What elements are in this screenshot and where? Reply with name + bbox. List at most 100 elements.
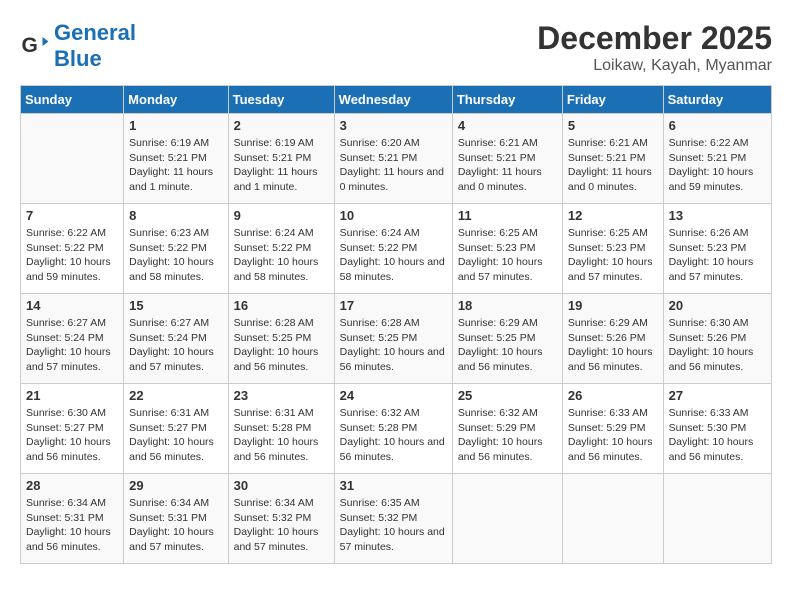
header-tuesday: Tuesday	[228, 86, 334, 114]
day-info: Sunrise: 6:35 AMSunset: 5:32 PMDaylight:…	[340, 496, 447, 555]
calendar-cell: 31 Sunrise: 6:35 AMSunset: 5:32 PMDayligh…	[334, 474, 452, 564]
day-number: 20	[669, 298, 766, 313]
day-info: Sunrise: 6:27 AMSunset: 5:24 PMDaylight:…	[129, 316, 222, 375]
day-info: Sunrise: 6:24 AMSunset: 5:22 PMDaylight:…	[234, 226, 329, 285]
calendar-cell: 19Sunrise: 6:29 AMSunset: 5:26 PMDayligh…	[562, 294, 663, 384]
logo-line2: Blue	[54, 46, 102, 71]
day-info: Sunrise: 6:30 AMSunset: 5:26 PMDaylight:…	[669, 316, 766, 375]
calendar-cell: 29 Sunrise: 6:34 AMSunset: 5:31 PMDayligh…	[124, 474, 228, 564]
day-info: Sunrise: 6:31 AMSunset: 5:27 PMDaylight:…	[129, 406, 222, 465]
calendar-cell: 12 Sunrise: 6:25 AMSunset: 5:23 PMDayligh…	[562, 204, 663, 294]
day-number: 31	[340, 478, 447, 493]
header-monday: Monday	[124, 86, 228, 114]
day-number: 21	[26, 388, 118, 403]
calendar-cell: 22 Sunrise: 6:31 AMSunset: 5:27 PMDayligh…	[124, 384, 228, 474]
day-number: 18	[458, 298, 557, 313]
calendar-cell	[452, 474, 562, 564]
day-info: Sunrise: 6:34 AMSunset: 5:31 PMDaylight:…	[26, 496, 118, 555]
day-info: Sunrise: 6:20 AMSunset: 5:21 PMDaylight:…	[340, 136, 447, 195]
calendar-week-5: 28Sunrise: 6:34 AMSunset: 5:31 PMDayligh…	[21, 474, 772, 564]
day-number: 4	[458, 118, 557, 133]
svg-text:G: G	[22, 34, 38, 57]
calendar-cell: 13 Sunrise: 6:26 AMSunset: 5:23 PMDayligh…	[663, 204, 771, 294]
logo-icon: G	[20, 31, 50, 61]
day-number: 22	[129, 388, 222, 403]
day-number: 25	[458, 388, 557, 403]
calendar-cell	[562, 474, 663, 564]
calendar-cell: 3 Sunrise: 6:20 AMSunset: 5:21 PMDaylight…	[334, 114, 452, 204]
calendar-cell: 10Sunrise: 6:24 AMSunset: 5:22 PMDayligh…	[334, 204, 452, 294]
calendar-week-1: 1Sunrise: 6:19 AMSunset: 5:21 PMDaylight…	[21, 114, 772, 204]
day-number: 17	[340, 298, 447, 313]
calendar-cell: 11Sunrise: 6:25 AMSunset: 5:23 PMDayligh…	[452, 204, 562, 294]
day-info: Sunrise: 6:33 AMSunset: 5:29 PMDaylight:…	[568, 406, 658, 465]
day-info: Sunrise: 6:34 AMSunset: 5:32 PMDaylight:…	[234, 496, 329, 555]
day-number: 2	[234, 118, 329, 133]
calendar-cell: 8Sunrise: 6:23 AMSunset: 5:22 PMDaylight…	[124, 204, 228, 294]
location: Loikaw, Kayah, Myanmar	[537, 57, 772, 75]
calendar-cell: 25 Sunrise: 6:32 AMSunset: 5:29 PMDayligh…	[452, 384, 562, 474]
calendar-header-row: SundayMondayTuesdayWednesdayThursdayFrid…	[21, 86, 772, 114]
calendar-cell: 6Sunrise: 6:22 AMSunset: 5:21 PMDaylight…	[663, 114, 771, 204]
day-info: Sunrise: 6:25 AMSunset: 5:23 PMDaylight:…	[568, 226, 658, 285]
day-info: Sunrise: 6:33 AMSunset: 5:30 PMDaylight:…	[669, 406, 766, 465]
day-info: Sunrise: 6:34 AMSunset: 5:31 PMDaylight:…	[129, 496, 222, 555]
day-number: 24	[340, 388, 447, 403]
day-number: 3	[340, 118, 447, 133]
day-number: 26	[568, 388, 658, 403]
header-saturday: Saturday	[663, 86, 771, 114]
day-number: 5	[568, 118, 658, 133]
title-block: December 2025 Loikaw, Kayah, Myanmar	[537, 20, 772, 75]
day-number: 14	[26, 298, 118, 313]
day-info: Sunrise: 6:31 AMSunset: 5:28 PMDaylight:…	[234, 406, 329, 465]
calendar-cell: 9 Sunrise: 6:24 AMSunset: 5:22 PMDaylight…	[228, 204, 334, 294]
day-number: 10	[340, 208, 447, 223]
day-number: 8	[129, 208, 222, 223]
day-number: 12	[568, 208, 658, 223]
calendar-cell: 27 Sunrise: 6:33 AMSunset: 5:30 PMDayligh…	[663, 384, 771, 474]
calendar-cell: 26 Sunrise: 6:33 AMSunset: 5:29 PMDayligh…	[562, 384, 663, 474]
calendar-cell: 2 Sunrise: 6:19 AMSunset: 5:21 PMDaylight…	[228, 114, 334, 204]
day-info: Sunrise: 6:21 AMSunset: 5:21 PMDaylight:…	[458, 136, 557, 195]
logo: G General Blue	[20, 20, 136, 73]
calendar-cell: 21 Sunrise: 6:30 AMSunset: 5:27 PMDayligh…	[21, 384, 124, 474]
calendar-cell: 15Sunrise: 6:27 AMSunset: 5:24 PMDayligh…	[124, 294, 228, 384]
calendar-cell: 14Sunrise: 6:27 AMSunset: 5:24 PMDayligh…	[21, 294, 124, 384]
calendar-week-2: 7 Sunrise: 6:22 AMSunset: 5:22 PMDaylight…	[21, 204, 772, 294]
calendar-cell: 1Sunrise: 6:19 AMSunset: 5:21 PMDaylight…	[124, 114, 228, 204]
day-info: Sunrise: 6:22 AMSunset: 5:22 PMDaylight:…	[26, 226, 118, 285]
day-number: 19	[568, 298, 658, 313]
day-number: 29	[129, 478, 222, 493]
day-number: 27	[669, 388, 766, 403]
day-info: Sunrise: 6:19 AMSunset: 5:21 PMDaylight:…	[129, 136, 222, 195]
day-info: Sunrise: 6:25 AMSunset: 5:23 PMDaylight:…	[458, 226, 557, 285]
day-number: 30	[234, 478, 329, 493]
calendar-cell	[21, 114, 124, 204]
calendar-cell: 23 Sunrise: 6:31 AMSunset: 5:28 PMDayligh…	[228, 384, 334, 474]
day-number: 23	[234, 388, 329, 403]
calendar-cell: 28Sunrise: 6:34 AMSunset: 5:31 PMDayligh…	[21, 474, 124, 564]
day-info: Sunrise: 6:32 AMSunset: 5:28 PMDaylight:…	[340, 406, 447, 465]
day-number: 13	[669, 208, 766, 223]
day-number: 9	[234, 208, 329, 223]
calendar-week-3: 14 Sunrise: 6:27 AMSunset: 5:24 PMDayligh…	[21, 294, 772, 384]
calendar-cell: 18Sunrise: 6:29 AMSunset: 5:25 PMDayligh…	[452, 294, 562, 384]
header-thursday: Thursday	[452, 86, 562, 114]
day-info: Sunrise: 6:30 AMSunset: 5:27 PMDaylight:…	[26, 406, 118, 465]
day-info: Sunrise: 6:19 AMSunset: 5:21 PMDaylight:…	[234, 136, 329, 195]
day-number: 7	[26, 208, 118, 223]
calendar-week-4: 21 Sunrise: 6:30 AMSunset: 5:27 PMDayligh…	[21, 384, 772, 474]
day-info: Sunrise: 6:26 AMSunset: 5:23 PMDaylight:…	[669, 226, 766, 285]
day-number: 16	[234, 298, 329, 313]
header-wednesday: Wednesday	[334, 86, 452, 114]
calendar-cell: 20 Sunrise: 6:30 AMSunset: 5:26 PMDayligh…	[663, 294, 771, 384]
calendar-cell: 17 Sunrise: 6:28 AMSunset: 5:25 PMDayligh…	[334, 294, 452, 384]
day-info: Sunrise: 6:28 AMSunset: 5:25 PMDaylight:…	[340, 316, 447, 375]
logo-text: General Blue	[54, 20, 136, 73]
day-info: Sunrise: 6:32 AMSunset: 5:29 PMDaylight:…	[458, 406, 557, 465]
day-info: Sunrise: 6:28 AMSunset: 5:25 PMDaylight:…	[234, 316, 329, 375]
calendar-cell: 4 Sunrise: 6:21 AMSunset: 5:21 PMDaylight…	[452, 114, 562, 204]
day-number: 6	[669, 118, 766, 133]
calendar-table: SundayMondayTuesdayWednesdayThursdayFrid…	[20, 85, 772, 564]
calendar-cell: 16 Sunrise: 6:28 AMSunset: 5:25 PMDayligh…	[228, 294, 334, 384]
